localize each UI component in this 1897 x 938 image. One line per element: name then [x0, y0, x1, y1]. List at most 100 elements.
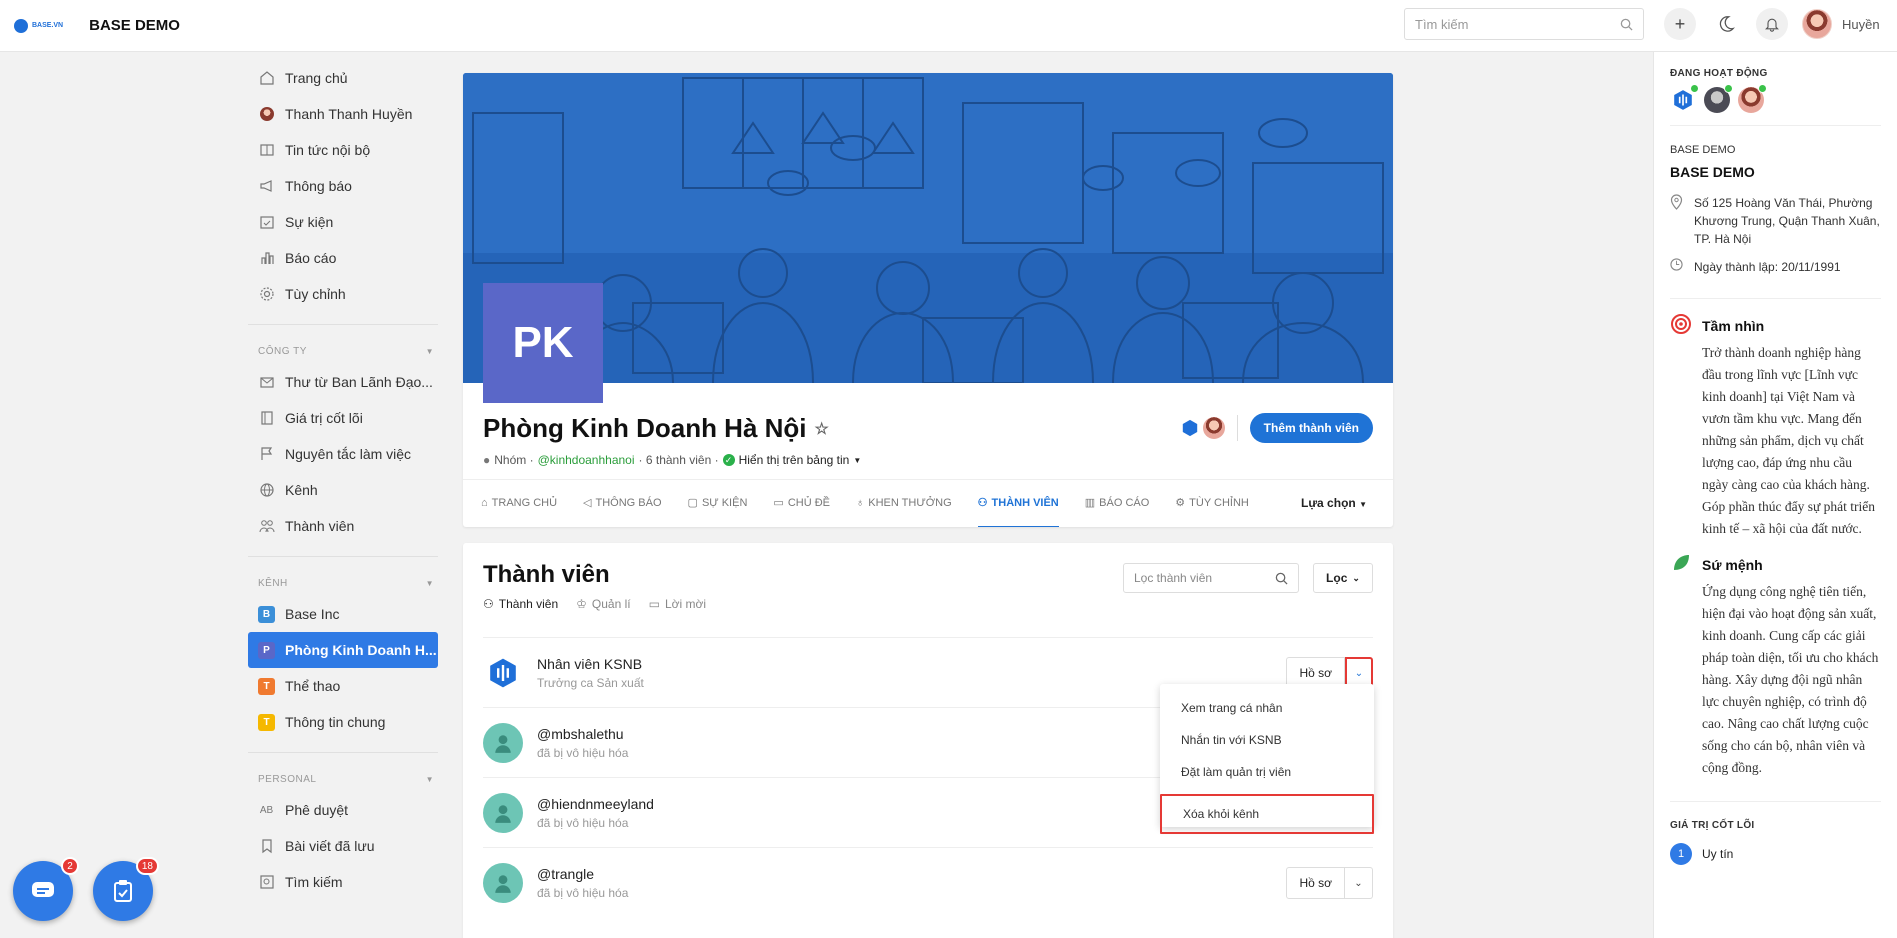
- company-section-header[interactable]: CÔNG TY ▼: [248, 324, 438, 364]
- global-search-input[interactable]: Tìm kiếm: [1404, 8, 1644, 40]
- divider: [1236, 415, 1238, 441]
- nav-item-announcements[interactable]: Thông báo: [248, 168, 438, 204]
- menu-remove-from-channel[interactable]: Xóa khỏi kênh: [1160, 794, 1374, 834]
- nav-channel-base-inc[interactable]: B Base Inc: [248, 596, 438, 632]
- mission-text: Ứng dụng công nghệ tiên tiến, hiện đại v…: [1702, 584, 1879, 775]
- member-name[interactable]: Nhân viên KSNB: [537, 656, 644, 672]
- nav-channel-the-thao[interactable]: T Thể thao: [248, 668, 438, 704]
- nav-item-home[interactable]: Trang chủ: [248, 60, 438, 96]
- tasks-badge: 18: [135, 857, 159, 875]
- nav-item-news[interactable]: Tin tức nội bộ: [248, 132, 438, 168]
- user-avatar[interactable]: [1704, 84, 1733, 113]
- add-button[interactable]: +: [1664, 8, 1696, 40]
- tab-topics[interactable]: ▭ CHỦ ĐỀ: [773, 480, 830, 528]
- filter-placeholder: Lọc thành viên: [1134, 571, 1213, 585]
- member-count: · 6 thành viên ·: [638, 453, 719, 467]
- nav-item-members[interactable]: Thành viên: [248, 508, 438, 544]
- flag-icon: [258, 446, 275, 463]
- app-logo[interactable]: BASE.VN: [14, 18, 63, 33]
- user-avatar[interactable]: [1802, 9, 1832, 39]
- base-logo-avatar: [483, 653, 523, 693]
- nav-label: Kênh: [285, 482, 318, 498]
- menu-view-profile[interactable]: Xem trang cá nhân: [1160, 692, 1374, 724]
- filter-button[interactable]: Lọc ⌄: [1313, 563, 1373, 593]
- options-dropdown[interactable]: Lựa chọn ▼: [1301, 496, 1367, 510]
- caret-down-icon[interactable]: ▼: [853, 456, 861, 465]
- member-name[interactable]: @mbshalethu: [537, 726, 628, 742]
- nav-channel-phong-kinh-doanh[interactable]: P Phòng Kinh Doanh H...: [248, 632, 438, 668]
- group-handle[interactable]: @kinhdoanhhanoi: [538, 453, 635, 467]
- star-icon[interactable]: ☆: [815, 419, 829, 439]
- tab-rewards[interactable]: ♁ KHEN THƯỞNG: [856, 480, 952, 528]
- nav-item-leader-letters[interactable]: Thư từ Ban Lãnh Đạo...: [248, 364, 438, 400]
- nav-label: Giá trị cốt lõi: [285, 410, 363, 426]
- member-name[interactable]: @trangle: [537, 866, 628, 882]
- tab-events[interactable]: ▢ SỰ KIỆN: [688, 480, 748, 528]
- group-header-card: PK Phòng Kinh Doanh Hà Nội ☆ ● Nhóm · @k…: [463, 73, 1393, 527]
- nav-item-saved-posts[interactable]: Bài viết đã lưu: [248, 828, 438, 864]
- nav-item-profile[interactable]: Thanh Thanh Huyền: [248, 96, 438, 132]
- member-row[interactable]: @trangle đã bị vô hiệu hóa Hồ sơ ⌄: [483, 847, 1373, 917]
- nav-label: Tin tức nội bộ: [285, 142, 371, 158]
- nav-item-core-values[interactable]: Giá trị cốt lõi: [248, 400, 438, 436]
- menu-make-admin[interactable]: Đặt làm quản trị viên: [1160, 756, 1374, 788]
- subtab-invitations[interactable]: ▭ Lời mời: [649, 597, 706, 611]
- nav-item-principles[interactable]: Nguyên tắc làm việc: [248, 436, 438, 472]
- tab-label: THÔNG BÁO: [595, 496, 662, 509]
- nav-item-channels[interactable]: Kênh: [248, 472, 438, 508]
- tab-announcements[interactable]: ◁ THÔNG BÁO: [583, 480, 661, 528]
- tab-members[interactable]: ⚇ THÀNH VIÊN: [977, 480, 1059, 527]
- member-name[interactable]: @hiendnmeeyland: [537, 796, 654, 812]
- clock-icon: [1670, 258, 1684, 276]
- subtab-members[interactable]: ⚇ Thành viên: [483, 597, 558, 611]
- tab-reports[interactable]: ▥ BÁO CÁO: [1085, 480, 1150, 528]
- home-icon: [258, 70, 275, 87]
- member-role: Trưởng ca Sản xuất: [537, 675, 644, 690]
- nav-item-approvals[interactable]: AB Phê duyệt: [248, 792, 438, 828]
- channel-section-header[interactable]: KÊNH ▼: [248, 556, 438, 596]
- visibility-dropdown[interactable]: Hiển thị trên bảng tin: [739, 453, 850, 467]
- profile-button[interactable]: Hồ sơ: [1286, 867, 1345, 899]
- calendar-icon: [258, 214, 275, 231]
- member-menu-toggle[interactable]: ⌄: [1345, 867, 1373, 899]
- notifications-button[interactable]: [1756, 8, 1788, 40]
- member-avatars[interactable]: [1178, 417, 1225, 439]
- company-address: Số 125 Hoàng Văn Thái, Phường Khương Tru…: [1670, 194, 1881, 248]
- nav-item-events[interactable]: Sự kiện: [248, 204, 438, 240]
- group-type: Nhóm ·: [494, 453, 534, 467]
- location-pin-icon: [1670, 194, 1684, 248]
- gear-icon: [258, 286, 275, 303]
- nav-channel-thong-tin-chung[interactable]: T Thông tin chung: [248, 704, 438, 740]
- value-item[interactable]: 1 Uy tín: [1670, 843, 1881, 865]
- company-name: BASE DEMO: [1670, 164, 1755, 180]
- approve-icon: AB: [259, 804, 274, 816]
- base-logo-avatar[interactable]: [1670, 84, 1699, 113]
- tab-home[interactable]: ⌂ TRANG CHỦ: [481, 480, 557, 528]
- caret-down-icon: ▼: [425, 347, 434, 356]
- tab-label: SỰ KIỆN: [701, 496, 748, 509]
- user-avatar[interactable]: [1738, 84, 1767, 113]
- active-users: [1670, 84, 1881, 126]
- menu-message[interactable]: Nhắn tin với KSNB: [1160, 724, 1374, 756]
- chat-fab[interactable]: 2: [13, 857, 79, 921]
- user-name[interactable]: Huyền: [1842, 17, 1880, 32]
- subtab-managers[interactable]: ♔ Quản lí: [576, 597, 630, 611]
- member-filter-input[interactable]: Lọc thành viên: [1123, 563, 1299, 593]
- tab-label: TRANG CHỦ: [491, 496, 558, 509]
- subtab-label: Thành viên: [498, 597, 559, 611]
- dark-mode-toggle[interactable]: [1710, 8, 1742, 40]
- nav-item-search[interactable]: Tìm kiếm: [248, 864, 438, 900]
- base-logo-icon: [14, 18, 28, 33]
- caret-down-icon: ▼: [425, 775, 434, 784]
- nav-item-reports[interactable]: Báo cáo: [248, 240, 438, 276]
- tasks-fab[interactable]: 18: [93, 857, 159, 921]
- brand-title[interactable]: BASE DEMO: [89, 17, 180, 34]
- add-member-button[interactable]: Thêm thành viên: [1249, 413, 1373, 443]
- nav-item-settings[interactable]: Tùy chỉnh: [248, 276, 438, 312]
- default-avatar: [483, 722, 523, 763]
- target-icon: [1670, 313, 1692, 338]
- tab-settings[interactable]: ⚙ TÙY CHỈNH: [1175, 480, 1249, 528]
- group-initials-avatar[interactable]: PK: [483, 283, 603, 403]
- personal-section-header[interactable]: PERSONAL ▼: [248, 752, 438, 792]
- chevron-down-icon: ⌄: [1354, 667, 1364, 679]
